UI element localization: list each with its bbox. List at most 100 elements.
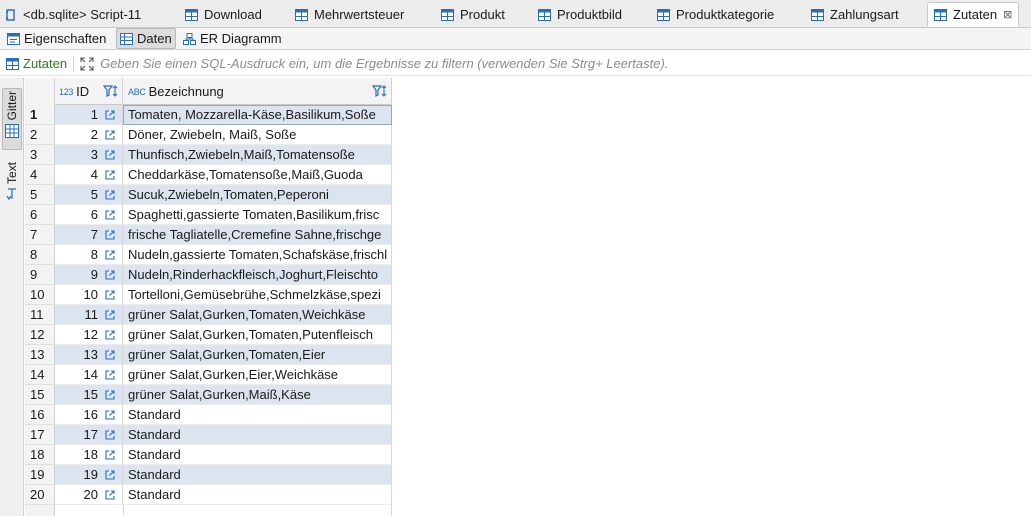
cell-bezeichnung[interactable]: frische Tagliatelle,Cremefine Sahne,fris… (123, 225, 392, 245)
table-row[interactable]: 3 3 Thunfisch,Zwiebeln,Maiß,Tomatensoße (25, 145, 392, 165)
tab-gitter[interactable]: Gitter (2, 88, 22, 150)
cell-bezeichnung[interactable]: grüner Salat,Gurken,Tomaten,Eier (123, 345, 392, 365)
tab-daten[interactable]: Daten (116, 28, 176, 49)
row-number[interactable]: 14 (25, 365, 55, 385)
cell-bezeichnung[interactable]: Cheddarkäse,Tomatensoße,Maiß,Guoda (123, 165, 392, 185)
filter-sort-icon[interactable] (103, 84, 118, 99)
row-number[interactable]: 20 (25, 485, 55, 505)
open-link-icon[interactable] (105, 390, 115, 400)
cell-bezeichnung[interactable]: Standard (123, 445, 392, 465)
cell-bezeichnung[interactable]: Nudeln,Rinderhackfleisch,Joghurt,Fleisch… (123, 265, 392, 285)
cell-id[interactable]: 14 (55, 365, 123, 385)
row-number[interactable]: 16 (25, 405, 55, 425)
cell-bezeichnung[interactable]: Spaghetti,gassierte Tomaten,Basilikum,fr… (123, 205, 392, 225)
open-link-icon[interactable] (105, 490, 115, 500)
tab-produkt[interactable]: Produkt (441, 2, 505, 27)
table-row[interactable]: 17 17 Standard (25, 425, 392, 445)
cell-id[interactable]: 16 (55, 405, 123, 425)
open-link-icon[interactable] (105, 250, 115, 260)
table-row[interactable]: 1 1 Tomaten, Mozzarella-Käse,Basilikum,Soß… (25, 105, 392, 125)
row-number[interactable]: 11 (25, 305, 55, 325)
row-number[interactable]: 18 (25, 445, 55, 465)
tab-er-diagramm[interactable]: ER Diagramm (180, 28, 285, 49)
expand-icon[interactable] (80, 56, 94, 71)
table-row[interactable]: 16 16 Standard (25, 405, 392, 425)
open-link-icon[interactable] (105, 190, 115, 200)
cell-id[interactable]: 15 (55, 385, 123, 405)
row-number[interactable]: 12 (25, 325, 55, 345)
table-row[interactable]: 19 19 Standard (25, 465, 392, 485)
cell-bezeichnung[interactable]: Döner, Zwiebeln, Maiß, Soße (123, 125, 392, 145)
cell-bezeichnung[interactable]: Tortelloni,Gemüsebrühe,Schmelzkäse,spezi (123, 285, 392, 305)
filter-sort-icon[interactable] (372, 84, 387, 99)
table-row[interactable]: 10 10 Tortelloni,Gemüsebrühe,Schmelzkäse,s… (25, 285, 392, 305)
row-number[interactable]: 7 (25, 225, 55, 245)
table-row[interactable]: 15 15 grüner Salat,Gurken,Maiß,Käse (25, 385, 392, 405)
cell-bezeichnung[interactable]: grüner Salat,Gurken,Eier,Weichkäse (123, 365, 392, 385)
cell-id[interactable]: 19 (55, 465, 123, 485)
table-row[interactable]: 8 8 Nudeln,gassierte Tomaten,Schafskäse,fr… (25, 245, 392, 265)
cell-id[interactable]: 8 (55, 245, 123, 265)
tab-eigenschaften[interactable]: Eigenschaften (4, 28, 109, 49)
open-link-icon[interactable] (105, 470, 115, 480)
cell-bezeichnung[interactable]: Standard (123, 465, 392, 485)
open-link-icon[interactable] (105, 310, 115, 320)
row-number[interactable]: 9 (25, 265, 55, 285)
table-row[interactable]: 9 9 Nudeln,Rinderhackfleisch,Joghurt,Fleis… (25, 265, 392, 285)
cell-bezeichnung[interactable]: grüner Salat,Gurken,Tomaten,Weichkäse (123, 305, 392, 325)
tab-mehrwertsteuer[interactable]: Mehrwertsteuer (295, 2, 404, 27)
table-row[interactable]: 18 18 Standard (25, 445, 392, 465)
open-link-icon[interactable] (105, 430, 115, 440)
cell-bezeichnung[interactable]: Standard (123, 485, 392, 505)
open-link-icon[interactable] (105, 450, 115, 460)
open-link-icon[interactable] (105, 330, 115, 340)
column-header-bezeichnung[interactable]: ABC Bezeichnung (123, 78, 392, 105)
tab-zahlungsart[interactable]: Zahlungsart (811, 2, 899, 27)
cell-id[interactable]: 11 (55, 305, 123, 325)
cell-bezeichnung[interactable]: Sucuk,Zwiebeln,Tomaten,Peperoni (123, 185, 392, 205)
cell-bezeichnung[interactable]: Nudeln,gassierte Tomaten,Schafskäse,fris… (123, 245, 392, 265)
open-link-icon[interactable] (105, 210, 115, 220)
open-link-icon[interactable] (105, 230, 115, 240)
cell-id[interactable]: 9 (55, 265, 123, 285)
cell-id[interactable]: 18 (55, 445, 123, 465)
column-header-id[interactable]: 123 ID (55, 78, 123, 105)
open-link-icon[interactable] (105, 110, 115, 120)
open-link-icon[interactable] (105, 170, 115, 180)
cell-bezeichnung[interactable]: Tomaten, Mozzarella-Käse,Basilikum,Soße (123, 105, 392, 125)
open-link-icon[interactable] (105, 150, 115, 160)
open-link-icon[interactable] (105, 350, 115, 360)
table-row[interactable]: 14 14 grüner Salat,Gurken,Eier,Weichkäse (25, 365, 392, 385)
open-link-icon[interactable] (105, 130, 115, 140)
cell-id[interactable]: 5 (55, 185, 123, 205)
row-number[interactable]: 19 (25, 465, 55, 485)
open-link-icon[interactable] (105, 410, 115, 420)
row-number[interactable]: 5 (25, 185, 55, 205)
cell-bezeichnung[interactable]: Thunfisch,Zwiebeln,Maiß,Tomatensoße (123, 145, 392, 165)
row-number[interactable]: 13 (25, 345, 55, 365)
tab-text[interactable]: Text (2, 162, 22, 208)
cell-id[interactable]: 20 (55, 485, 123, 505)
close-tab-icon[interactable]: ⊠ (1003, 8, 1012, 21)
table-row[interactable]: 20 20 Standard (25, 485, 392, 505)
tab-download[interactable]: Download (185, 2, 262, 27)
tab-zutaten[interactable]: Zutaten ⊠ (927, 2, 1020, 27)
table-row[interactable]: 4 4 Cheddarkäse,Tomatensoße,Maiß,Guoda (25, 165, 392, 185)
row-number[interactable]: 6 (25, 205, 55, 225)
row-number[interactable]: 8 (25, 245, 55, 265)
table-row[interactable]: 11 11 grüner Salat,Gurken,Tomaten,Weichkäs… (25, 305, 392, 325)
cell-id[interactable]: 10 (55, 285, 123, 305)
tab-produktbild[interactable]: Produktbild (538, 2, 622, 27)
row-number[interactable]: 17 (25, 425, 55, 445)
row-number[interactable]: 15 (25, 385, 55, 405)
cell-bezeichnung[interactable]: Standard (123, 405, 392, 425)
cell-bezeichnung[interactable]: grüner Salat,Gurken,Maiß,Käse (123, 385, 392, 405)
open-link-icon[interactable] (105, 270, 115, 280)
cell-id[interactable]: 7 (55, 225, 123, 245)
cell-id[interactable]: 2 (55, 125, 123, 145)
open-link-icon[interactable] (105, 290, 115, 300)
filter-table-name[interactable]: Zutaten (6, 56, 67, 71)
cell-id[interactable]: 6 (55, 205, 123, 225)
cell-bezeichnung[interactable]: grüner Salat,Gurken,Tomaten,Putenfleisch (123, 325, 392, 345)
table-row[interactable]: 7 7 frische Tagliatelle,Cremefine Sahne,fr… (25, 225, 392, 245)
